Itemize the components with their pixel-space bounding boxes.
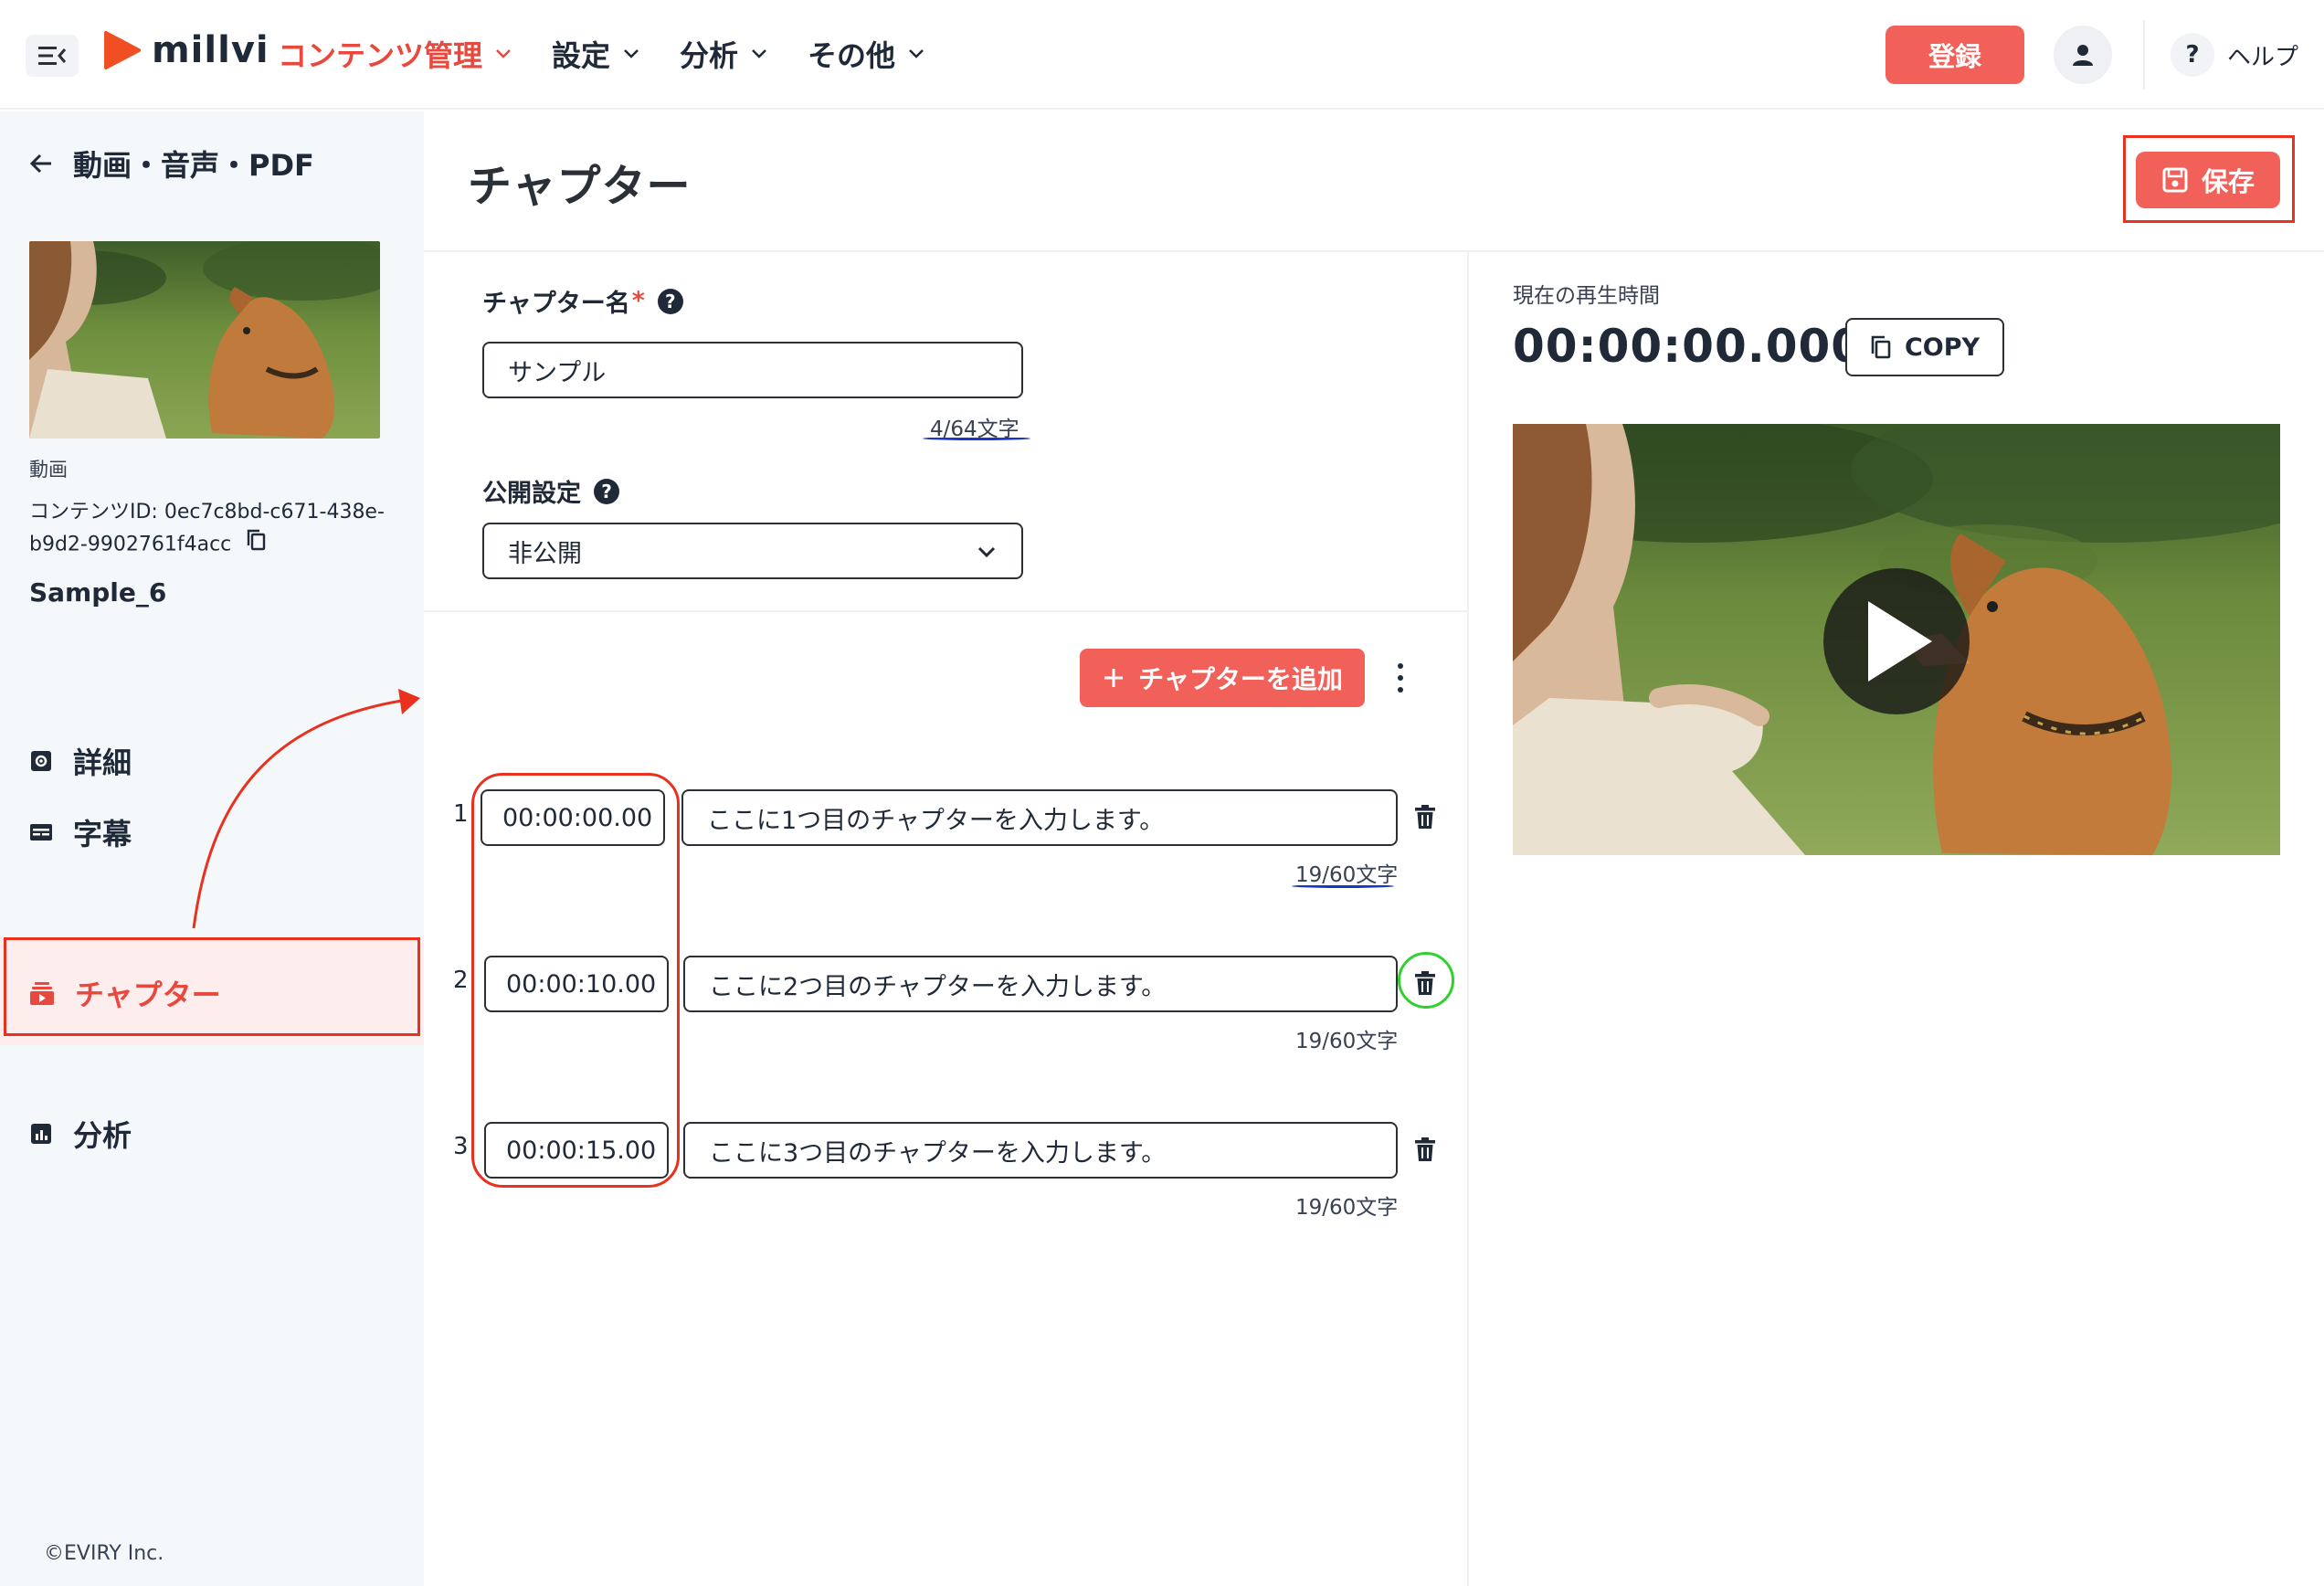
annotation-underline <box>923 437 1030 440</box>
nav-content-management[interactable]: コンテンツ管理 <box>278 33 512 75</box>
chapter-text-input[interactable]: ここに3つ目のチャプターを入力します。 <box>683 1122 1398 1179</box>
sidebar-item-label: 分析 <box>73 1118 132 1153</box>
sidebar-item-subtitles[interactable]: 字幕 <box>29 811 132 853</box>
top-header: millvi コンテンツ管理 設定 分析 その他 登録 ? ヘルプ <box>0 0 2324 110</box>
content-name: Sample_6 <box>29 577 167 608</box>
user-icon <box>2073 45 2093 66</box>
help-icon: ? <box>2171 33 2214 77</box>
annotation-highlight-box <box>2123 135 2295 223</box>
arrow-left-icon <box>29 153 51 174</box>
nav-other[interactable]: その他 <box>808 33 924 75</box>
help-label: ヘルプ <box>2227 43 2299 71</box>
trash-icon <box>1415 1137 1435 1161</box>
content-id-line1: コンテンツID: 0ec7c8bd-c671-438e- <box>29 501 385 523</box>
visibility-label-text: 公開設定 <box>482 480 581 508</box>
chapter-number: 2 <box>453 967 469 994</box>
chevron-down-icon <box>977 546 996 558</box>
nav-label: コンテンツ管理 <box>278 38 483 73</box>
copy-icon <box>248 529 266 551</box>
sidebar-item-label: 字幕 <box>73 817 132 851</box>
chapter-name-label-text: チャプター名 <box>482 290 630 318</box>
header-divider <box>2143 20 2145 90</box>
pane-divider <box>1467 252 1469 1586</box>
chapter-number: 3 <box>453 1133 469 1160</box>
menu-collapse-icon <box>38 47 67 65</box>
trash-icon <box>1415 805 1435 829</box>
back-link[interactable]: 動画・音声・PDF <box>29 143 314 185</box>
page-title: チャプター <box>468 161 692 212</box>
add-chapter-button[interactable]: チャプターを追加 <box>1080 649 1365 707</box>
chapter-text-input[interactable]: ここに2つ目のチャプターを入力します。 <box>683 956 1398 1012</box>
chapter-name-input[interactable]: サンプル <box>482 342 1023 398</box>
copy-id-button[interactable] <box>247 528 267 562</box>
nav-label: 設定 <box>552 38 611 73</box>
chapter-number: 1 <box>453 800 469 828</box>
annotation-highlight-box <box>4 937 420 1036</box>
chapter-text-counter: 19/60文字 <box>1295 1030 1399 1053</box>
copy-label: COPY <box>1904 333 1981 362</box>
more-options-icon[interactable] <box>1389 660 1412 696</box>
nav-label: 分析 <box>680 38 739 73</box>
chevron-down-icon <box>496 49 511 58</box>
help-link[interactable]: ? ヘルプ <box>2171 33 2298 77</box>
section-divider <box>424 250 2324 252</box>
content-id-line2: b9d2-9902761f4acc <box>29 533 232 556</box>
current-time-label: 現在の再生時間 <box>1513 284 1660 308</box>
current-time-value: 00:00:00.000 <box>1513 320 1864 373</box>
help-icon[interactable]: ? <box>594 478 619 504</box>
delete-chapter-button[interactable] <box>1409 1133 1442 1166</box>
form-divider <box>424 610 1467 612</box>
visibility-select[interactable]: 非公開 <box>482 523 1023 579</box>
nav-analytics[interactable]: 分析 <box>680 33 767 75</box>
sidebar-item-details[interactable]: 詳細 <box>29 740 132 782</box>
content-id-line2-row: b9d2-9902761f4acc <box>29 528 404 562</box>
chapter-text-input[interactable]: ここに1つ目のチャプターを入力します。 <box>681 789 1398 846</box>
help-icon[interactable]: ? <box>657 288 683 314</box>
nav-label: その他 <box>808 38 896 73</box>
logo-text: millvi <box>152 29 269 71</box>
logo-play-icon <box>104 31 141 69</box>
required-mark: * <box>631 287 645 315</box>
analytics-icon <box>31 1124 51 1144</box>
back-label: 動画・音声・PDF <box>73 148 314 183</box>
settings-icon <box>31 751 51 771</box>
copyright: ©EVIRY Inc. <box>44 1542 164 1565</box>
visibility-label: 公開設定 ? <box>482 473 619 509</box>
annotation-highlight-circle <box>1398 952 1454 1009</box>
menu-toggle-button[interactable] <box>26 35 79 77</box>
chapter-name-label: チャプター名 * ? <box>482 283 683 319</box>
main-nav: コンテンツ管理 設定 分析 その他 <box>278 33 965 75</box>
sidebar-item-analytics[interactable]: 分析 <box>29 1113 132 1155</box>
add-chapter-label: チャプターを追加 <box>1138 664 1343 694</box>
thumbnail-image <box>29 241 380 439</box>
visibility-value: 非公開 <box>508 539 582 568</box>
sidebar-item-label: 詳細 <box>73 745 132 780</box>
video-player[interactable] <box>1513 424 2280 855</box>
delete-chapter-button[interactable] <box>1409 800 1442 833</box>
sidebar: 動画・音声・PDF 動画 コンテンツID: 0ec7c8bd-c671-438e… <box>0 111 424 1586</box>
millvi-logo[interactable]: millvi <box>100 29 269 71</box>
chevron-down-icon <box>752 49 766 58</box>
subtitles-icon <box>30 824 52 841</box>
annotation-highlight-box <box>471 773 680 1188</box>
copy-icon <box>1871 335 1891 359</box>
annotation-underline <box>1292 884 1394 888</box>
nav-settings[interactable]: 設定 <box>552 33 639 75</box>
content-thumbnail <box>29 241 380 439</box>
chapter-text-counter: 19/60文字 <box>1295 1196 1399 1220</box>
user-avatar-button[interactable] <box>2054 26 2112 84</box>
chevron-down-icon <box>624 49 639 58</box>
copy-time-button[interactable]: COPY <box>1845 318 2004 376</box>
media-type-label: 動画 <box>29 459 68 481</box>
chevron-down-icon <box>909 49 924 58</box>
register-button[interactable]: 登録 <box>1886 26 2024 84</box>
play-button[interactable] <box>1823 568 1970 714</box>
content-id: コンテンツID: 0ec7c8bd-c671-438e- b9d2-990276… <box>29 497 404 562</box>
play-icon <box>1868 601 1932 682</box>
plus-icon <box>1104 669 1124 687</box>
chapter-text-counter: 19/60文字 <box>1295 863 1399 887</box>
